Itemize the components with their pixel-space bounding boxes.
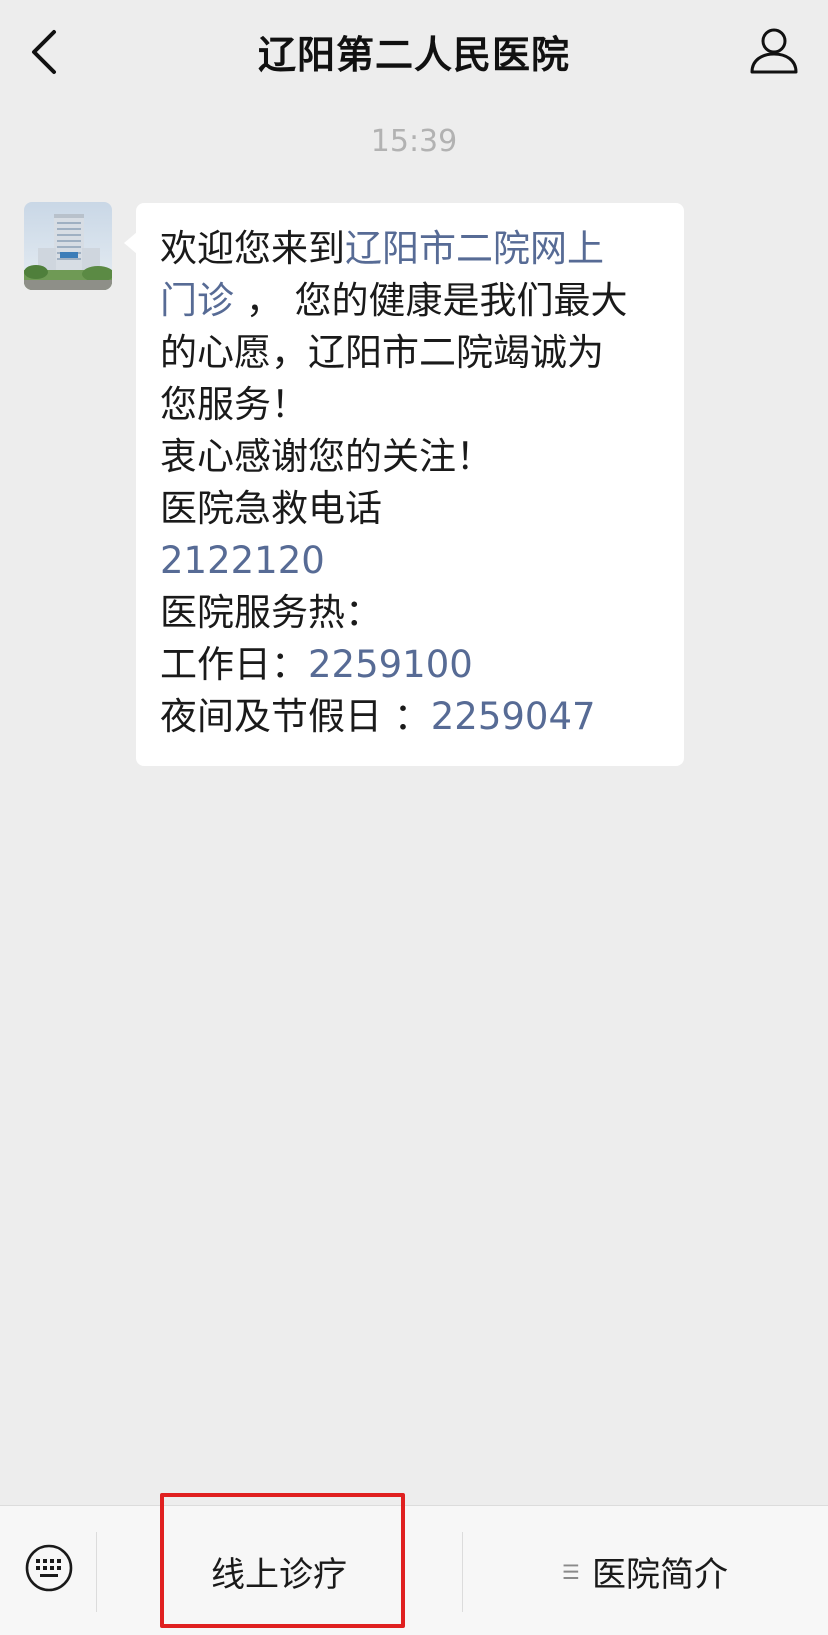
- message-text: 您服务！: [160, 383, 308, 426]
- message-line: 的心愿，辽阳市二院竭诚为: [160, 327, 662, 379]
- menu-item-hospital-intro[interactable]: ☰ 医院简介: [462, 1506, 828, 1635]
- message-text: 的心愿，辽阳市二院竭诚为: [160, 331, 604, 374]
- message-line: 医院急救电话: [160, 483, 662, 535]
- message-line: 医院服务热：: [160, 587, 662, 639]
- message-text: 衷心感谢您的关注！: [160, 435, 493, 478]
- message-line: 工作日：2259100: [160, 639, 662, 691]
- list-icon: ☰: [562, 1560, 580, 1584]
- message-line: 2122120: [160, 535, 662, 587]
- message-text: 医院急救电话: [160, 487, 382, 530]
- chat-header: 辽阳第二人民医院: [0, 0, 828, 110]
- message-bubble[interactable]: 欢迎您来到辽阳市二院网上 门诊 ， 您的健康是我们最大 的心愿，辽阳市二院竭诚为…: [136, 203, 684, 766]
- page-title: 辽阳第二人民医院: [257, 33, 570, 77]
- keyboard-icon: [25, 1544, 73, 1592]
- hospital-building-image: [24, 202, 112, 290]
- message-text: 工作日：: [160, 643, 308, 686]
- message-line: 您服务！: [160, 379, 662, 431]
- emergency-phone-link[interactable]: 2122120: [160, 539, 325, 582]
- message-text: 夜间及节假日 ：: [160, 695, 431, 738]
- message-line: 衷心感谢您的关注！: [160, 431, 662, 483]
- message-text: 医院服务热：: [160, 591, 382, 634]
- person-icon: [750, 28, 798, 74]
- message-link[interactable]: 门诊: [160, 279, 234, 322]
- message-text: ， 您的健康是我们最大: [234, 279, 628, 322]
- profile-button[interactable]: [746, 24, 802, 80]
- holiday-phone-link[interactable]: 2259047: [431, 695, 596, 738]
- workday-phone-link[interactable]: 2259100: [308, 643, 473, 686]
- bottom-menu-bar: 线上诊疗 ☰ 医院简介: [0, 1505, 828, 1635]
- avatar[interactable]: [24, 202, 112, 290]
- message-timestamp: 15:39: [370, 124, 458, 159]
- chat-screen: 辽阳第二人民医院 15:39 欢迎您来到辽阳市二院网上 门诊 ， 您的健康是我们…: [0, 0, 828, 1635]
- message-line: 夜间及节假日 ：2259047: [160, 691, 662, 743]
- keyboard-toggle-button[interactable]: [24, 1543, 74, 1593]
- menu-item-label: 医院简介: [591, 1554, 728, 1595]
- message-link[interactable]: 辽阳市二院网上: [345, 227, 604, 270]
- message-line: 欢迎您来到辽阳市二院网上: [160, 223, 662, 275]
- message-line: 门诊 ， 您的健康是我们最大: [160, 275, 662, 327]
- highlight-box: [160, 1493, 405, 1628]
- message-text: 欢迎您来到: [160, 227, 345, 270]
